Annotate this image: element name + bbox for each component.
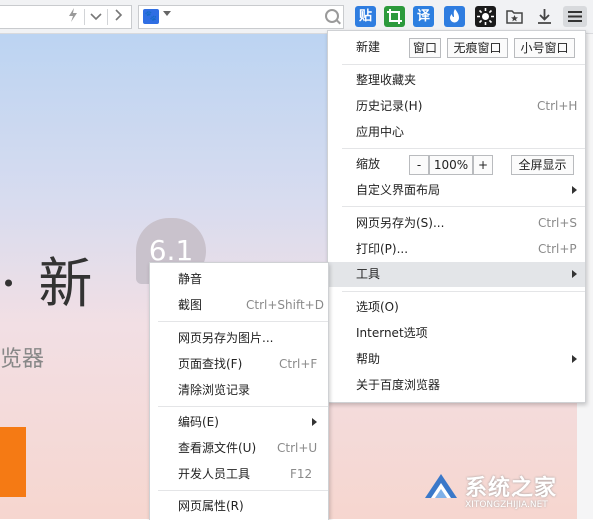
- star-folder-icon[interactable]: [504, 6, 525, 27]
- menu-item-shortcut: Ctrl+Shift+D: [246, 298, 324, 312]
- caret-down-icon[interactable]: [163, 11, 171, 16]
- zoom-in-button[interactable]: +: [473, 155, 493, 175]
- tools-submenu: 静音 截图 Ctrl+Shift+D 网页另存为图片... 页面查找(F) Ct…: [149, 262, 329, 520]
- menu-item-shortcut: Ctrl+P: [538, 242, 577, 256]
- menu-item-shortcut: Ctrl+F: [279, 357, 318, 371]
- zoom-out-button[interactable]: -: [409, 155, 429, 175]
- watermark: 系统之家 XITONGZHIJIA.NET: [421, 466, 591, 514]
- menu-item-label: 打印(P)...: [356, 242, 409, 256]
- menu-item-label: 帮助: [356, 352, 381, 366]
- new-incognito-window-button[interactable]: 无痕窗口: [447, 38, 508, 58]
- menu-item-label: 历史记录(H): [356, 99, 423, 113]
- menu-item-label: 清除浏览记录: [178, 383, 251, 397]
- menu-item-view-source[interactable]: 查看源文件(U) Ctrl+U: [150, 436, 328, 460]
- download-icon[interactable]: [534, 6, 555, 27]
- main-menu: 新建 窗口 无痕窗口 小号窗口 整理收藏夹 历史记录(H) Ctrl+H 应用中…: [327, 30, 586, 403]
- new-window-button[interactable]: 窗口: [409, 38, 441, 58]
- menu-item-label: Internet选项: [356, 326, 428, 340]
- menu-separator: [342, 64, 585, 65]
- menu-item-label: 整理收藏夹: [356, 73, 417, 87]
- menu-icon[interactable]: [563, 6, 587, 27]
- address-bar[interactable]: [0, 5, 132, 29]
- menu-separator: [158, 406, 328, 407]
- menu-item-properties[interactable]: 网页属性(R): [150, 494, 328, 518]
- menu-item-label: 网页另存为图片...: [178, 331, 274, 345]
- menu-separator: [158, 321, 328, 322]
- watermark-url: XITONGZHIJIA.NET: [465, 500, 548, 510]
- brightness-icon[interactable]: [475, 6, 496, 27]
- menu-item-options[interactable]: 选项(O): [328, 295, 585, 319]
- paw-icon[interactable]: 🐾: [143, 9, 159, 24]
- hero-subtitle: 览器: [0, 347, 45, 372]
- divider: [107, 9, 108, 25]
- menu-item-save-as[interactable]: 网页另存为(S)... Ctrl+S: [328, 211, 585, 235]
- browser-toolbar: 🐾 贴 译: [0, 0, 593, 34]
- submenu-arrow-icon: [572, 355, 577, 363]
- search-input[interactable]: 🐾: [138, 5, 344, 29]
- divider: [84, 9, 85, 25]
- menu-item-label: 网页另存为(S)...: [356, 216, 445, 230]
- menu-item-help[interactable]: 帮助: [328, 347, 585, 371]
- menu-item-label: 静音: [178, 272, 203, 286]
- menu-item-tools[interactable]: 工具: [328, 262, 585, 287]
- menu-item-shortcut: Ctrl+S: [538, 216, 578, 230]
- menu-new-label: 新建: [356, 40, 381, 54]
- menu-item-about[interactable]: 关于百度浏览器: [328, 373, 585, 397]
- lightning-icon[interactable]: [64, 8, 82, 26]
- chevron-right-icon[interactable]: [110, 8, 128, 26]
- chevron-down-icon[interactable]: [87, 8, 105, 26]
- crop-icon[interactable]: [384, 6, 405, 27]
- menu-item-save-as-image[interactable]: 网页另存为图片...: [150, 326, 328, 350]
- translate-icon[interactable]: 译: [413, 6, 434, 27]
- menu-item-shortcut: F12: [290, 467, 313, 481]
- submenu-arrow-icon: [572, 270, 577, 278]
- menu-item-clear-history[interactable]: 清除浏览记录: [150, 378, 328, 402]
- fire-icon[interactable]: [444, 6, 465, 27]
- menu-item-find[interactable]: 页面查找(F) Ctrl+F: [150, 352, 328, 376]
- menu-item-label: 选项(O): [356, 300, 399, 314]
- menu-item-devtools[interactable]: 开发人员工具 F12: [150, 462, 328, 486]
- menu-separator: [158, 490, 328, 491]
- menu-item-label: 工具: [356, 267, 381, 281]
- menu-item-label: 开发人员工具: [178, 467, 251, 481]
- download-button[interactable]: [0, 427, 26, 497]
- menu-item-label: 关于百度浏览器: [356, 378, 441, 392]
- menu-item-label: 编码(E): [178, 415, 219, 429]
- menu-new-row: 新建 窗口 无痕窗口 小号窗口: [328, 35, 585, 59]
- fullscreen-button[interactable]: 全屏显示: [511, 155, 574, 175]
- new-alt-account-window-button[interactable]: 小号窗口: [514, 38, 575, 58]
- menu-separator: [342, 291, 585, 292]
- search-icon[interactable]: [325, 9, 339, 23]
- menu-item-shortcut: Ctrl+U: [277, 441, 318, 455]
- menu-item-encoding[interactable]: 编码(E): [150, 410, 328, 434]
- menu-item-bookmarks[interactable]: 整理收藏夹: [328, 68, 585, 92]
- zoom-level: 100%: [429, 155, 473, 175]
- menu-item-label: 应用中心: [356, 125, 405, 139]
- menu-separator: [342, 206, 585, 207]
- menu-item-label: 截图: [178, 298, 203, 312]
- hero-title: · 新: [0, 252, 95, 315]
- menu-item-history[interactable]: 历史记录(H) Ctrl+H: [328, 94, 585, 118]
- watermark-logo: [425, 474, 457, 498]
- menu-item-label: 自定义界面布局: [356, 183, 441, 197]
- menu-item-shortcut: Ctrl+H: [537, 99, 578, 113]
- menu-item-app-center[interactable]: 应用中心: [328, 120, 585, 144]
- menu-separator: [342, 148, 585, 149]
- menu-item-internet-options[interactable]: Internet选项: [328, 321, 585, 345]
- submenu-arrow-icon: [312, 418, 317, 426]
- menu-item-screenshot[interactable]: 截图 Ctrl+Shift+D: [150, 293, 328, 317]
- menu-item-label: 查看源文件(U): [178, 441, 257, 455]
- menu-zoom-label: 缩放: [356, 157, 381, 171]
- menu-item-customize-layout[interactable]: 自定义界面布局: [328, 178, 585, 202]
- menu-zoom-row: 缩放 - 100% + 全屏显示: [328, 152, 585, 176]
- menu-item-label: 网页属性(R): [178, 499, 244, 513]
- menu-item-label: 页面查找(F): [178, 357, 243, 371]
- menu-item-print[interactable]: 打印(P)... Ctrl+P: [328, 237, 585, 261]
- baidu-tieba-icon[interactable]: 贴: [355, 6, 376, 27]
- watermark-title: 系统之家: [465, 476, 558, 501]
- menu-item-mute[interactable]: 静音: [150, 267, 328, 291]
- submenu-arrow-icon: [572, 186, 577, 194]
